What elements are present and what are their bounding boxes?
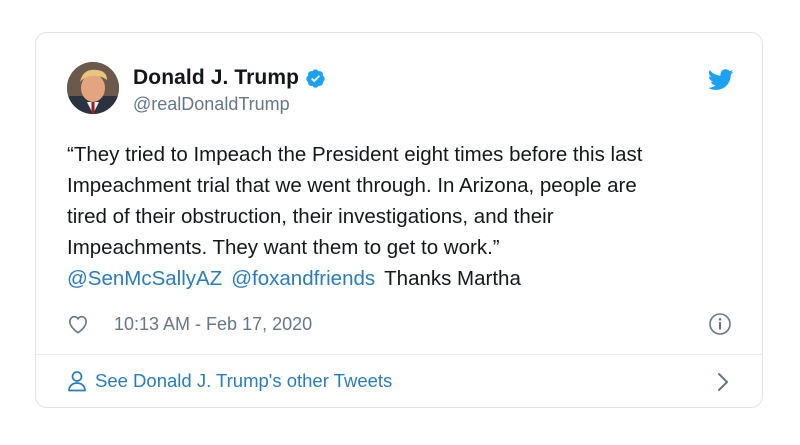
- heart-icon[interactable]: [67, 314, 89, 334]
- see-other-tweets-button[interactable]: See Donald J. Trump's other Tweets: [36, 355, 762, 408]
- tweet-meta-row: 10:13 AM - Feb 17, 2020: [67, 312, 312, 336]
- verified-badge-icon: [306, 68, 325, 88]
- trailing-text: Thanks Martha: [384, 267, 521, 290]
- tweet-text-line: Impeachments. They want them to get to w…: [67, 236, 500, 259]
- tweet-text-line: tired of their obstruction, their invest…: [67, 205, 554, 228]
- person-icon: [68, 371, 86, 392]
- avatar-image: [67, 62, 119, 114]
- info-icon[interactable]: [708, 312, 732, 336]
- avatar[interactable]: [67, 62, 119, 114]
- embedded-tweet-card: Donald J. Trump @realDonaldTrump “They t…: [35, 32, 763, 408]
- tweet-text-line: Impeachment trial that we went through. …: [67, 174, 637, 197]
- mention-link[interactable]: @foxandfriends: [231, 267, 375, 290]
- chevron-right-icon[interactable]: [716, 372, 730, 392]
- see-other-tweets-label[interactable]: See Donald J. Trump's other Tweets: [95, 370, 392, 392]
- tweet-text: “They tried to Impeach the President eig…: [67, 139, 747, 294]
- author-handle[interactable]: @realDonaldTrump: [133, 94, 290, 115]
- see-other-tweets-link[interactable]: See Donald J. Trump's other Tweets: [67, 370, 392, 392]
- author-name-row[interactable]: Donald J. Trump: [133, 65, 326, 91]
- tweet-mentions-line: @SenMcSallyAZ @foxandfriends Thanks Martha: [67, 263, 747, 294]
- tweet-timestamp[interactable]: 10:13 AM - Feb 17, 2020: [114, 314, 312, 335]
- tweet-text-line: “They tried to Impeach the President eig…: [67, 143, 643, 166]
- author-display-name[interactable]: Donald J. Trump: [133, 66, 299, 90]
- mention-link[interactable]: @SenMcSallyAZ: [67, 267, 222, 290]
- twitter-bird-icon[interactable]: [708, 69, 734, 91]
